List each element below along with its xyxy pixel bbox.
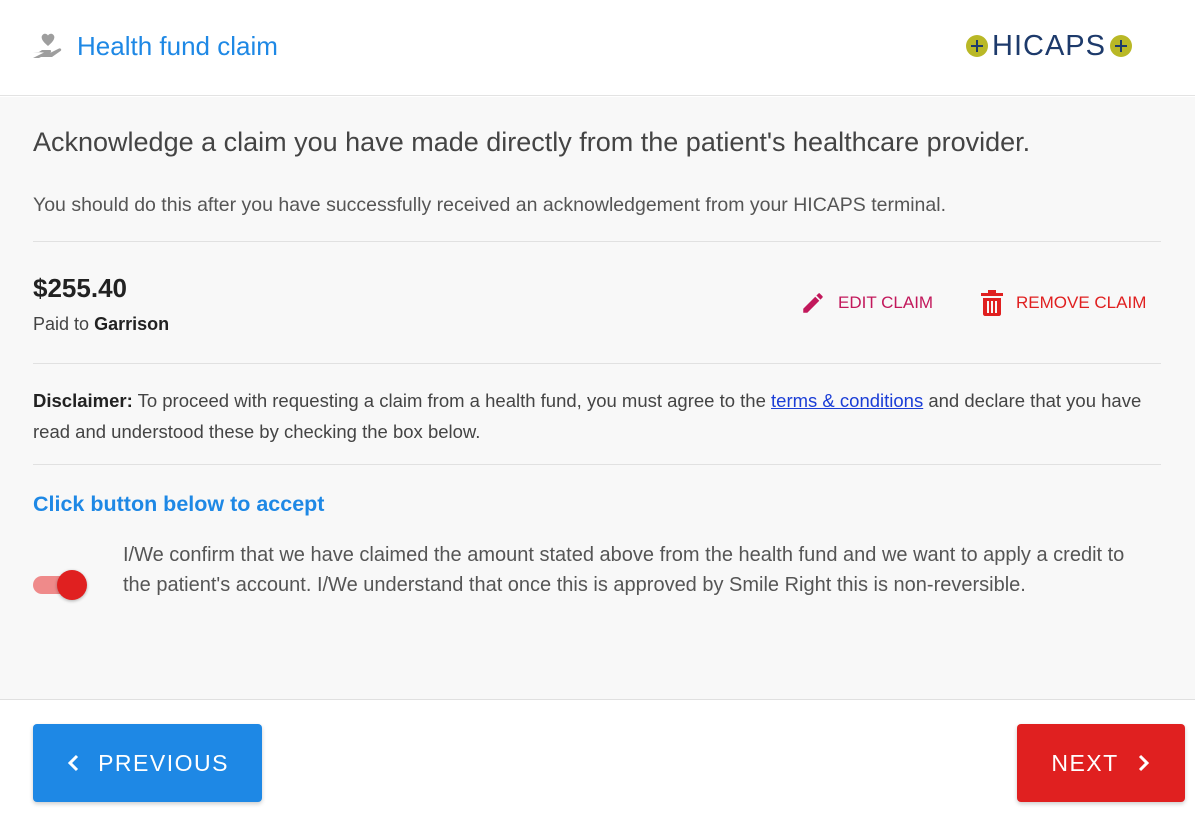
remove-claim-label: REMOVE CLAIM xyxy=(1016,293,1147,312)
edit-claim-label: EDIT CLAIM xyxy=(838,293,934,312)
logo-text: HICAPS xyxy=(992,30,1106,62)
trash-icon xyxy=(981,290,1003,316)
remove-claim-button[interactable]: REMOVE CLAIM xyxy=(980,290,1146,316)
terms-conditions-link[interactable]: terms & conditions xyxy=(771,390,923,411)
logo-plus-icon xyxy=(1109,35,1132,57)
intro-heading: Acknowledge a claim you have made direct… xyxy=(33,127,1031,157)
hicaps-logo: HICAPS xyxy=(966,30,1132,62)
chevron-left-icon xyxy=(67,754,79,772)
page-header: Health fund claim HICAPS xyxy=(0,0,1195,96)
toggle-knob xyxy=(57,570,87,600)
accept-heading: Click button below to accept xyxy=(33,492,325,516)
claim-amount: $255.40 xyxy=(33,273,127,303)
disclaimer-text: To proceed with requesting a claim from … xyxy=(137,390,766,411)
hand-heart-icon xyxy=(33,33,62,58)
next-button[interactable]: NEXT xyxy=(1017,724,1185,802)
paid-to: Paid to Garrison xyxy=(33,312,169,336)
disclaimer: Disclaimer: To proceed with requesting a… xyxy=(33,385,1143,447)
accept-toggle[interactable] xyxy=(33,570,89,600)
paid-to-label: Paid to xyxy=(33,314,90,334)
divider xyxy=(33,464,1161,465)
pencil-icon xyxy=(803,293,823,313)
edit-claim-button[interactable]: EDIT CLAIM xyxy=(800,290,933,316)
divider xyxy=(33,363,1161,364)
disclaimer-label: Disclaimer: xyxy=(33,390,133,411)
intro-subtitle: You should do this after you have succes… xyxy=(33,194,946,216)
page-title: Health fund claim xyxy=(77,31,278,61)
claim-panel: Acknowledge a claim you have made direct… xyxy=(0,97,1195,700)
divider xyxy=(33,241,1161,242)
confirm-statement: I/We confirm that we have claimed the am… xyxy=(123,544,1125,596)
payee-name: Garrison xyxy=(94,314,170,334)
logo-plus-icon xyxy=(966,35,988,57)
chevron-right-icon xyxy=(1138,754,1149,772)
next-label: NEXT xyxy=(1051,749,1119,776)
previous-button[interactable]: PREVIOUS xyxy=(33,724,262,802)
previous-label: PREVIOUS xyxy=(98,749,229,776)
